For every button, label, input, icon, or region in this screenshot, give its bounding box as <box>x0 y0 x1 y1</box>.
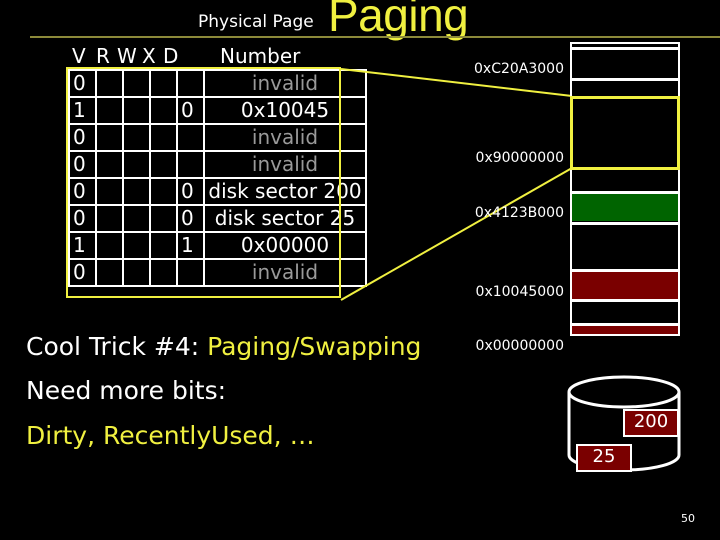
memory-divider <box>570 222 680 225</box>
disk-sector-200: 200 <box>623 409 679 437</box>
mapping-line-bottom <box>340 167 573 301</box>
slide-number: 50 <box>681 512 695 525</box>
memory-page-green <box>572 194 678 221</box>
memory-divider <box>570 78 680 81</box>
memory-divider <box>570 47 680 50</box>
address-label: 0x90000000 <box>475 150 564 166</box>
disk-sector-25: 25 <box>576 444 632 472</box>
memory-page-highlighted <box>570 96 680 170</box>
note-line-1: Cool Trick #4: Paging/Swapping <box>26 332 421 361</box>
address-label: 0x4123B000 <box>474 205 564 221</box>
memory-page-red <box>572 326 678 334</box>
note-line-1-highlight: Paging/Swapping <box>207 332 422 361</box>
address-label: 0x00000000 <box>475 338 564 354</box>
address-label: 0x10045000 <box>475 284 564 300</box>
memory-divider <box>570 299 680 302</box>
memory-page-red <box>572 272 678 299</box>
note-line-1-prefix: Cool Trick #4: <box>26 332 208 361</box>
note-line-2: Need more bits: <box>26 376 227 405</box>
note-line-3: Dirty, RecentlyUsed, … <box>26 421 315 450</box>
address-label: 0xC20A3000 <box>474 61 564 77</box>
